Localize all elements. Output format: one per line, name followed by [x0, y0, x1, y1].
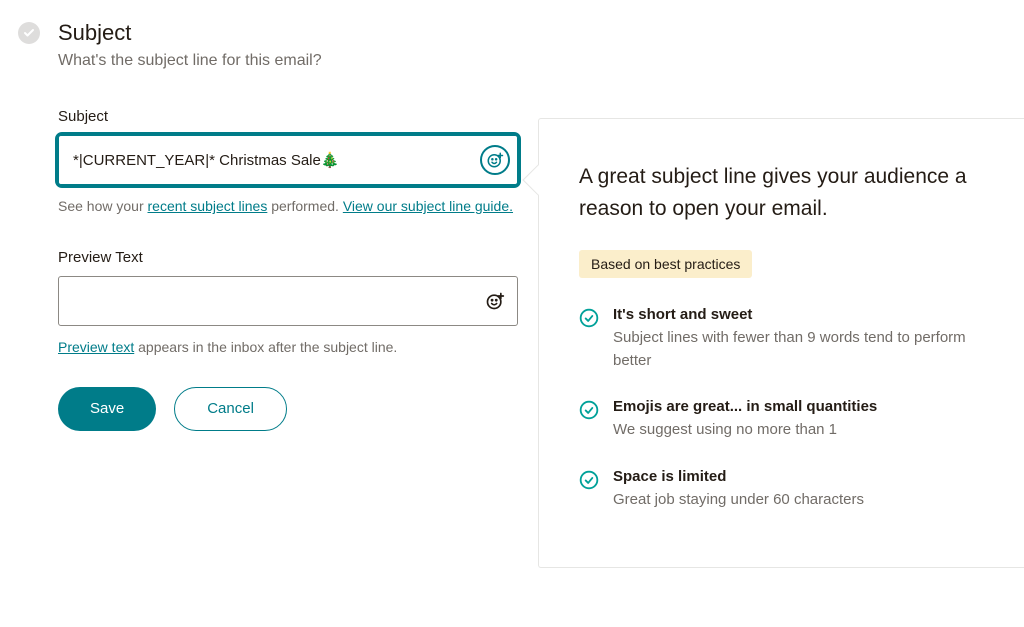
tip-desc: We suggest using no more than 1 — [613, 419, 877, 442]
tip-title: Space is limited — [613, 468, 864, 485]
step-status-icon — [18, 22, 40, 44]
cancel-button[interactable]: Cancel — [174, 387, 287, 431]
best-practices-badge: Based on best practices — [579, 250, 752, 278]
section-subtitle: What's the subject line for this email? — [58, 52, 518, 70]
tip-item: Space is limited Great job staying under… — [579, 468, 984, 512]
preview-input-wrap — [58, 276, 518, 326]
subject-input[interactable] — [58, 135, 518, 185]
tips-panel: A great subject line gives your audience… — [538, 118, 1024, 568]
preview-text-link[interactable]: Preview text — [58, 339, 134, 355]
tip-title: Emojis are great... in small quantities — [613, 398, 877, 415]
tip-desc: Subject lines with fewer than 9 words te… — [613, 327, 984, 372]
subject-line-guide-link[interactable]: View our subject line guide. — [343, 198, 513, 214]
tips-title: A great subject line gives your audience… — [579, 161, 984, 224]
preview-hint: Preview text appears in the inbox after … — [58, 336, 518, 358]
tip-item: It's short and sweet Subject lines with … — [579, 306, 984, 372]
subject-input-wrap — [58, 135, 518, 185]
tip-title: It's short and sweet — [613, 306, 984, 323]
tip-desc: Great job staying under 60 characters — [613, 489, 864, 512]
recent-subject-lines-link[interactable]: recent subject lines — [148, 198, 268, 214]
check-icon — [579, 308, 599, 328]
section-title: Subject — [58, 20, 518, 46]
preview-input[interactable] — [58, 276, 518, 326]
subject-hint: See how your recent subject lines perfor… — [58, 195, 518, 217]
emoji-picker-button[interactable] — [480, 286, 510, 316]
emoji-picker-button[interactable] — [480, 145, 510, 175]
subject-label: Subject — [58, 108, 518, 125]
tip-item: Emojis are great... in small quantities … — [579, 398, 984, 442]
check-icon — [579, 400, 599, 420]
check-icon — [579, 470, 599, 490]
save-button[interactable]: Save — [58, 387, 156, 431]
preview-label: Preview Text — [58, 249, 518, 266]
